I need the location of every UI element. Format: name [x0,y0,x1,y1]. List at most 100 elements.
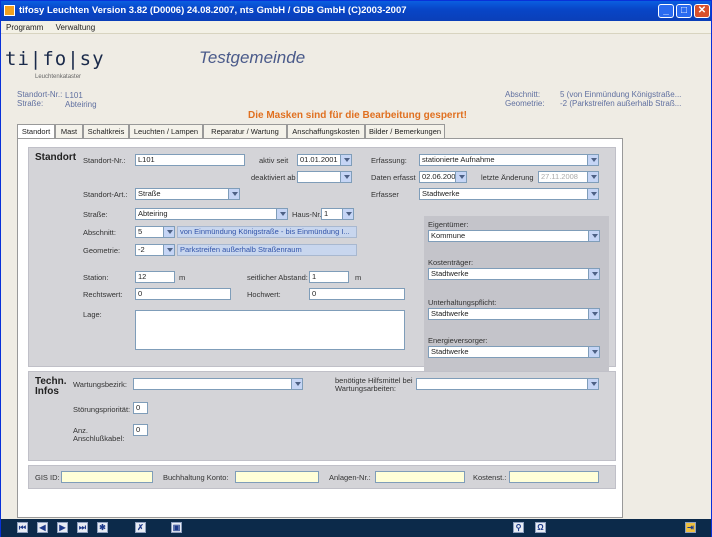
search-icon[interactable]: ⚲ [513,522,524,533]
strasse-value: Abteiring [138,209,168,218]
title-bar: tifosy Leuchten Version 3.82 (D0006) 24.… [1,1,711,21]
lage-label: Lage: [83,310,102,319]
header-standort-nr: L101 [65,91,83,100]
kostenst-field[interactable] [509,471,599,483]
abstand-field[interactable]: 1 [309,271,349,283]
tab-standort[interactable]: Standort [17,124,55,139]
chevron-down-icon[interactable] [163,245,174,255]
hausnr-select[interactable]: 1 [321,208,354,220]
kostentraeger-label: Kostenträger: [428,258,474,267]
eigentuemer-select[interactable]: Kommune [428,230,600,242]
strasse-select[interactable]: Abteiring [135,208,288,220]
buchhaltung-field[interactable] [235,471,319,483]
prev-record-icon[interactable]: ◀ [37,522,48,533]
chevron-down-icon[interactable] [587,189,598,199]
wartungsbezirk-select[interactable] [133,378,303,390]
erfassung-select[interactable]: stationierte Aufnahme [419,154,599,166]
first-record-icon[interactable]: ⏮ [17,522,28,533]
station-field[interactable]: 12 [135,271,175,283]
hilfsmittel-select[interactable] [416,378,599,390]
save-icon[interactable]: ▣ [171,522,182,533]
stoerung-field[interactable]: 0 [133,402,148,414]
abschnitt-select[interactable]: 5 [135,226,175,238]
menu-programm[interactable]: Programm [1,21,48,34]
minimize-button[interactable]: _ [658,4,674,18]
chevron-down-icon[interactable] [342,209,353,219]
header-geometrie-label: Geometrie: [505,99,545,108]
tab-leuchten[interactable]: Leuchten / Lampen [129,124,203,138]
logo: ti|fo|sy [5,48,105,70]
last-record-icon[interactable]: ⏭ [77,522,88,533]
app-window: tifosy Leuchten Version 3.82 (D0006) 24.… [0,0,712,537]
hochwert-label: Hochwert: [247,290,281,299]
gis-field[interactable] [61,471,153,483]
daten-erfasst-label: Daten erfasst [371,173,416,182]
daten-erfasst-field[interactable]: 02.06.2007 [419,171,467,183]
energie-select[interactable]: Stadtwerke [428,346,600,358]
geometrie-select[interactable]: -2 [135,244,175,256]
geometrie-description: Parkstreifen außerhalb Straßenraum [177,244,357,256]
omega-icon[interactable]: Ω [535,522,546,533]
menu-verwaltung[interactable]: Verwaltung [51,21,101,34]
hilfsmittel-label-2: Wartungsarbeiten: [335,384,397,393]
station-label: Station: [83,273,109,282]
chevron-down-icon[interactable] [588,309,599,319]
techn-title-2: Infos [35,386,59,397]
erfasser-label: Erfasser [371,190,399,199]
tab-reparatur[interactable]: Reparatur / Wartung [203,124,287,138]
standort-art-value: Straße [138,189,161,198]
chevron-down-icon[interactable] [587,155,598,165]
hochwert-field[interactable]: 0 [309,288,405,300]
anschluss-field[interactable]: 0 [133,424,148,436]
standort-art-select[interactable]: Straße [135,188,240,200]
abschnitt-description: von Einmündung Königstraße - bis Einmünd… [177,226,357,238]
new-record-icon[interactable]: ✱ [97,522,108,533]
unterhaltung-select[interactable]: Stadtwerke [428,308,600,320]
chevron-down-icon[interactable] [163,227,174,237]
aktiv-seit-field[interactable]: 01.01.2001 [297,154,352,166]
standort-section: Standort Standort-Nr.: L101 aktiv seit 0… [28,147,616,386]
exit-icon[interactable]: ⇥ [685,522,696,533]
hausnr-value: 1 [324,209,329,218]
daten-erfasst-value: 02.06.2007 [422,172,460,181]
header-strasse-label: Straße: [17,99,44,108]
logo-subtitle: Leuchtenkataster [35,74,82,80]
stoerung-label: Störungspriorität: [73,405,131,414]
chevron-down-icon[interactable] [455,172,466,182]
window-title: tifosy Leuchten Version 3.82 (D0006) 24.… [19,5,407,16]
maximize-button[interactable]: □ [676,4,692,18]
tab-anschaffungskosten[interactable]: Anschaffungskosten [287,124,365,138]
delete-icon[interactable]: ✗ [135,522,146,533]
letzte-aenderung-value: 27.11.2008 [541,172,578,181]
chevron-down-icon[interactable] [291,379,302,389]
chevron-down-icon [587,172,598,182]
energie-value: Stadtwerke [431,347,469,356]
chevron-down-icon[interactable] [588,347,599,357]
close-button[interactable]: ✕ [694,4,710,18]
wartungsbezirk-label: Wartungsbezirk: [73,380,127,389]
erfasser-select[interactable]: Stadtwerke [419,188,599,200]
chevron-down-icon[interactable] [228,189,239,199]
header-abschnitt-label: Abschnitt: [505,90,541,99]
deaktiviert-field[interactable] [297,171,352,183]
ownership-panel: Eigentümer: Kommune Kostenträger: Stadtw… [424,216,609,386]
rechtswert-field[interactable]: 0 [135,288,231,300]
buchhaltung-label: Buchhaltung Konto: [163,473,229,482]
tab-bilder[interactable]: Bilder / Bemerkungen [365,124,445,138]
tab-mast[interactable]: Mast [55,124,83,138]
next-record-icon[interactable]: ▶ [57,522,68,533]
lage-textarea[interactable] [135,310,405,350]
chevron-down-icon[interactable] [588,269,599,279]
chevron-down-icon[interactable] [276,209,287,219]
rechtswert-label: Rechtswert: [83,290,123,299]
main-content: ti|fo|sy Leuchtenkataster Testgemeinde S… [1,34,711,519]
anlagen-field[interactable] [375,471,465,483]
standort-nr-field[interactable]: L101 [135,154,245,166]
chevron-down-icon[interactable] [340,155,351,165]
chevron-down-icon[interactable] [587,379,598,389]
chevron-down-icon[interactable] [340,172,351,182]
chevron-down-icon[interactable] [588,231,599,241]
erfassung-value: stationierte Aufnahme [422,155,495,164]
tab-schaltkreis[interactable]: Schaltkreis [83,124,129,138]
kostentraeger-select[interactable]: Stadtwerke [428,268,600,280]
